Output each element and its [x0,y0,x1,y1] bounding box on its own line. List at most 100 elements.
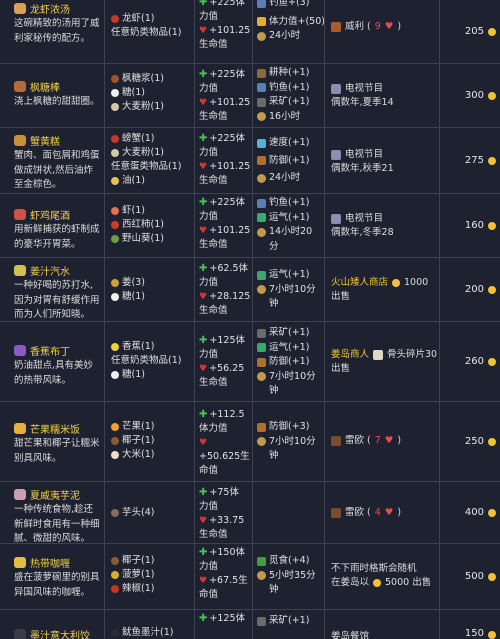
wheat-flour-icon [111,149,119,157]
energy-icon: ✚ [199,263,208,274]
bone-fragment-icon [373,350,384,360]
lobster-icon [111,15,119,23]
sell-price: 200 [440,258,496,321]
heart-icon: ♥ [384,507,394,518]
health-icon: ♥ [199,516,208,526]
sugar-icon [111,371,119,379]
sell-price: 500 [440,544,496,609]
sell-price: 260 [440,322,496,401]
energy-icon: ✚ [199,0,208,8]
health-icon: ♥ [199,98,208,108]
sell-price: 160 [440,194,496,257]
gold-coin-icon [488,221,496,230]
dish-description: 一种好喝的苏打水, 因为对胃有舒缓作用 而为人们所知晓。 [14,280,100,320]
mango-sticky-rice-icon [14,422,26,434]
oil-icon [111,177,119,185]
coconut-icon [111,437,119,445]
health-icon: ♥ [199,438,208,448]
fishing-icon [257,0,266,8]
mining-icon [257,328,266,338]
dish-name: 龙虾浓汤 [30,4,70,16]
energy-icon: ✚ [199,197,208,208]
clock-icon [257,437,266,447]
mining-icon [257,616,266,626]
shrimp-cocktail-icon [14,208,26,220]
energy-icon: ✚ [199,133,208,144]
dish-description: 奶油甜点,具有美妙 的热带风味。 [14,360,94,386]
luck-icon [257,213,266,223]
gold-coin-icon [488,27,496,36]
table-row: 香蕉布丁 奶油甜点,具有美妙 的热带风味。 香蕉(1) 任意奶类物品(1) 糖(… [0,322,500,402]
leo-portrait-icon [331,436,341,446]
gold-coin-icon [392,279,401,287]
crab-cakes-icon [14,134,26,146]
sell-price: 250 [440,402,496,481]
sell-price: 300 [440,64,496,127]
energy-icon: ✚ [199,487,208,498]
farming-icon [257,68,266,78]
clock-icon [257,285,266,295]
table-row: 夏威夷芋泥 一种传统食物,趁还 新鲜时食用有一种细 腻、微甜的风味。 芋头(4)… [0,482,500,544]
ingredient: 任意奶类物品(1) [111,27,182,38]
heart-icon: ♥ [384,435,394,446]
sugar-icon [111,89,119,97]
health-icon: ♥ [199,292,208,302]
luck-icon [257,343,266,353]
willy-portrait-icon [331,22,341,32]
table-row: 芒果糯米饭 甜芒果和椰子让糯米 别具风味。 芒果(1) 椰子(1) 大米(1) … [0,402,500,482]
foraging-icon [257,556,266,566]
gold-coin-icon [488,572,496,581]
health-icon: ♥ [199,364,208,374]
clock-icon [257,112,266,122]
squid-ink-ravioli-icon [14,628,26,639]
defense-icon [257,357,266,367]
pineapple-icon [111,571,119,579]
energy-icon: ✚ [199,613,208,624]
health-icon: ♥ [199,162,208,172]
ginger-ale-icon [14,264,26,276]
gold-coin-icon [488,631,496,639]
poi-icon [14,488,26,500]
hot-pepper-icon [111,585,119,593]
table-row: 虾鸡尾酒 用新鲜捕获的虾制成 的豪华开胃菜。 虾(1) 西红柿(1) 野山葵(1… [0,194,500,258]
dish-description: 甜芒果和椰子让糯米 别具风味。 [14,438,100,464]
ingredient: 龙虾(1) [111,12,192,26]
gold-coin-icon [488,508,496,517]
energy-buff-icon [257,17,266,27]
table-row: 龙虾浓汤 这碗精致的汤用了威 利家秘传的配方。 龙虾(1) 任意奶类物品(1) … [0,0,500,64]
maple-bar-icon [14,80,26,92]
energy-icon: ✚ [199,409,208,420]
speed-icon [257,138,266,148]
dish-name: 虾鸡尾酒 [30,210,70,222]
dish-name: 姜汁汽水 [30,266,70,278]
sell-price: 150 [440,610,496,639]
sell-price: 400 [440,482,496,543]
sugar-icon [111,293,119,301]
energy-icon: ✚ [199,547,208,558]
banana-icon [111,343,119,351]
table-row: 墨汁意大利饺 鱿鱼墨汁(1) ✚ +125体 采矿(+1) 姜岛餐馆 150 [0,610,500,639]
maple-syrup-icon [111,75,119,83]
coconut-icon [111,557,119,565]
mango-icon [111,423,119,431]
table-row: 枫糖棒 浇上枫糖的甜甜圈。 枫糖浆(1) 糖(1) 大麦粉(1) ✚ +225体 … [0,64,500,128]
lobster-bisque-icon [14,2,26,14]
gold-coin-icon [488,437,496,446]
gold-coin-icon [373,579,382,587]
dish-description: 蟹肉、面包屑和鸡蛋 做成饼状,然后油炸 至金棕色。 [14,150,100,190]
banana-pudding-icon [14,344,26,356]
heart-icon: ♥ [384,21,394,32]
table-row: 蟹黄糕 蟹肉、面包屑和鸡蛋 做成饼状,然后油炸 至金棕色。 螃蟹(1) 大麦粉(… [0,128,500,194]
gold-coin-icon [488,285,496,294]
dish-name: 蟹黄糕 [30,136,60,148]
recipe-table: 龙虾浓汤 这碗精致的汤用了威 利家秘传的配方。 龙虾(1) 任意奶类物品(1) … [0,0,500,639]
gold-coin-icon [488,156,496,165]
fishing-icon [257,198,266,208]
fishing-icon [257,83,266,93]
health-icon: ♥ [199,226,208,236]
tv-icon [331,84,341,94]
crab-icon [111,135,119,143]
health-icon: ♥ [199,576,208,586]
clock-icon [257,571,266,581]
wheat-flour-icon [111,103,119,111]
